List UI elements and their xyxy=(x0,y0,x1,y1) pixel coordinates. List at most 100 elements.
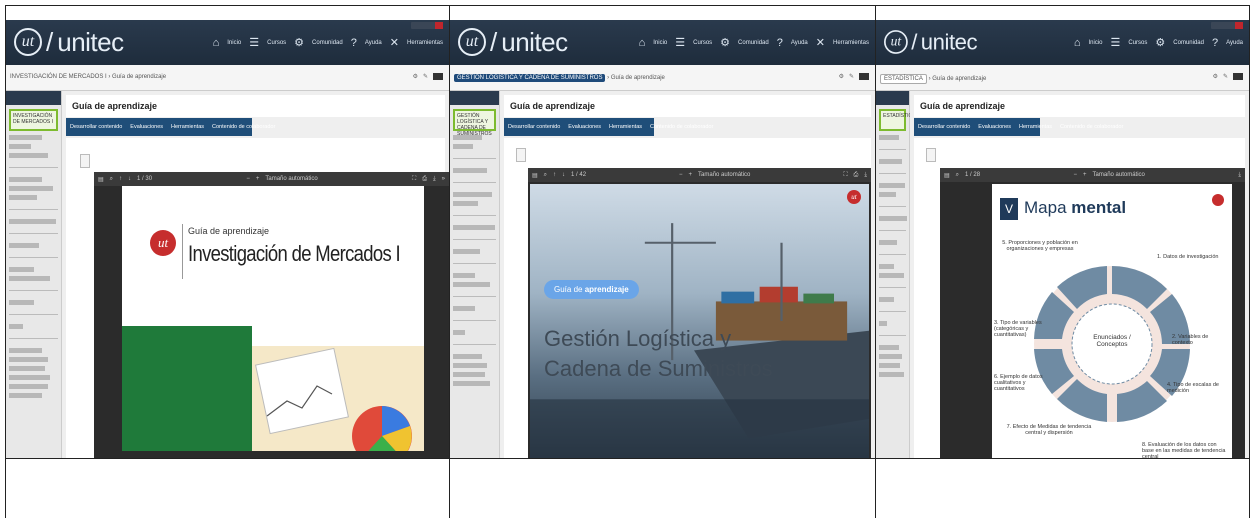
nav-ayuda[interactable]: Ayuda xyxy=(791,40,808,46)
breadcrumb-course[interactable]: INVESTIGACIÓN DE MERCADOS I xyxy=(10,74,107,80)
download-icon[interactable]: ⤓ xyxy=(864,172,867,179)
user-menu[interactable] xyxy=(1211,22,1243,29)
document-icon xyxy=(516,148,526,162)
breadcrumb-page: Guía de aprendizaje xyxy=(932,76,987,82)
unitec-logo: ut / unitec xyxy=(458,27,568,57)
courses-icon[interactable]: ☰ xyxy=(675,36,685,49)
mindmap-item: 6. Ejemplo de datos cualitativos y cuant… xyxy=(994,374,1043,392)
unitec-emblem-icon: ut xyxy=(150,230,176,256)
home-icon[interactable]: ⌂ xyxy=(1074,37,1081,49)
zoom-in-icon[interactable]: + xyxy=(689,172,693,178)
green-block xyxy=(122,326,252,451)
edit-mode-toggle[interactable] xyxy=(1233,73,1243,80)
zoom-select[interactable]: Tamaño automático xyxy=(698,172,750,178)
download-icon[interactable]: ⤓ xyxy=(433,176,436,183)
tab-colaborador[interactable]: Contenido de colaborador xyxy=(212,124,275,130)
pdf-viewer[interactable]: ▤ ⌕ ↑ ↓ 1 / 30 − + Tamaño automático ⛶ ⎙… xyxy=(94,172,449,458)
tab-desarrollar[interactable]: Desarrollar contenido xyxy=(918,124,970,130)
nav-comunidad[interactable]: Comunidad xyxy=(1173,40,1204,46)
sidebar-toggle-icon[interactable]: ▤ xyxy=(944,172,950,179)
page-indicator[interactable]: 1 / 30 xyxy=(137,176,152,182)
breadcrumb-course[interactable]: GESTIÓN LOGÍSTICA Y CADENA DE SUMINISTRO… xyxy=(454,74,606,82)
next-page-icon[interactable]: ↓ xyxy=(562,172,565,178)
home-icon[interactable]: ⌂ xyxy=(213,37,220,49)
pdf-viewer[interactable]: ▤ ⌕ 1 / 28 − + Tamaño automático ⤓ V Map… xyxy=(940,168,1245,458)
community-icon[interactable]: ⚙ xyxy=(294,36,304,49)
prev-page-icon[interactable]: ↑ xyxy=(119,176,122,182)
tools-icon[interactable]: ✕ xyxy=(390,36,399,49)
courses-icon[interactable]: ☰ xyxy=(1111,36,1121,49)
nav-inicio[interactable]: Inicio xyxy=(1089,40,1103,46)
print-icon[interactable]: ⎙ xyxy=(422,176,427,183)
sidebar-toggle-icon[interactable]: ▤ xyxy=(532,172,538,179)
tab-evaluaciones[interactable]: Evaluaciones xyxy=(978,124,1011,130)
user-menu[interactable] xyxy=(411,22,443,29)
help-icon[interactable]: ? xyxy=(1212,37,1218,49)
next-page-icon[interactable]: ↓ xyxy=(128,176,131,182)
content-tabs: Desarrollar contenido Evaluaciones Herra… xyxy=(914,118,1123,136)
tab-desarrollar[interactable]: Desarrollar contenido xyxy=(508,124,560,130)
edit-mode-icon[interactable]: ✎ xyxy=(423,73,428,80)
print-icon[interactable]: ⎙ xyxy=(854,172,859,179)
home-icon[interactable]: ⌂ xyxy=(639,37,646,49)
fullscreen-icon[interactable]: ⛶ xyxy=(843,172,847,179)
sidebar-course-title[interactable]: INVESTIGACIÓN DE MERCADOS I xyxy=(9,109,58,131)
frame-right-line xyxy=(1249,5,1250,518)
edit-mode-icon[interactable]: ✎ xyxy=(849,73,854,80)
edit-mode-toggle[interactable] xyxy=(859,73,869,80)
settings-icon[interactable]: ⚙ xyxy=(839,73,844,80)
nav-inicio[interactable]: Inicio xyxy=(653,40,667,46)
tab-colaborador[interactable]: Contenido de colaborador xyxy=(650,124,713,130)
zoom-select[interactable]: Tamaño automático xyxy=(1093,172,1145,178)
page-indicator[interactable]: 1 / 28 xyxy=(965,172,980,178)
zoom-out-icon[interactable]: − xyxy=(679,172,683,178)
sidebar-toggle-icon[interactable]: ▤ xyxy=(98,176,104,183)
search-icon[interactable]: ⌕ xyxy=(544,172,547,179)
zoom-in-icon[interactable]: + xyxy=(256,176,260,182)
breadcrumb-course[interactable]: ESTADÍSTICA xyxy=(880,74,927,84)
nav-ayuda[interactable]: Ayuda xyxy=(1226,40,1243,46)
more-icon[interactable]: » xyxy=(442,176,445,182)
top-navbar: ut / unitec ⌂ Inicio ☰ Cursos ⚙ Comunidad ? Ay… xyxy=(6,20,449,65)
course-sidebar: GESTIÓN LOGÍSTICA Y CADENA DE SUMINISTRO… xyxy=(450,91,500,458)
nav-comunidad[interactable]: Comunidad xyxy=(738,40,769,46)
nav-comunidad[interactable]: Comunidad xyxy=(312,40,343,46)
tab-desarrollar[interactable]: Desarrollar contenido xyxy=(70,124,122,130)
prev-page-icon[interactable]: ↑ xyxy=(553,172,556,178)
search-icon[interactable]: ⌕ xyxy=(110,176,113,183)
nav-cursos[interactable]: Cursos xyxy=(267,40,286,46)
download-icon[interactable]: ⤓ xyxy=(1238,172,1241,179)
tab-herramientas[interactable]: Herramientas xyxy=(609,124,642,130)
zoom-select[interactable]: Tamaño automático xyxy=(265,176,317,182)
zoom-out-icon[interactable]: − xyxy=(246,176,250,182)
zoom-out-icon[interactable]: − xyxy=(1074,172,1078,178)
nav-cursos[interactable]: Cursos xyxy=(1128,40,1147,46)
settings-icon[interactable]: ⚙ xyxy=(413,73,418,80)
nav-herramientas[interactable]: Herramientas xyxy=(407,40,443,46)
zoom-in-icon[interactable]: + xyxy=(1083,172,1087,178)
sidebar-course-title[interactable]: ESTADÍSTICA xyxy=(879,109,915,131)
edit-mode-icon[interactable]: ✎ xyxy=(1223,73,1228,80)
nav-inicio[interactable]: Inicio xyxy=(227,40,241,46)
search-icon[interactable]: ⌕ xyxy=(956,172,959,179)
courses-icon[interactable]: ☰ xyxy=(249,36,259,49)
community-icon[interactable]: ⚙ xyxy=(1155,36,1165,49)
tab-herramientas[interactable]: Herramientas xyxy=(171,124,204,130)
tab-colaborador[interactable]: Contenido de colaborador xyxy=(1060,124,1123,130)
pdf-viewer[interactable]: ▤ ⌕ ↑ ↓ 1 / 42 − + Tamaño automático ⛶ ⎙… xyxy=(528,168,871,458)
tab-evaluaciones[interactable]: Evaluaciones xyxy=(130,124,163,130)
sidebar-course-title[interactable]: GESTIÓN LOGÍSTICA Y CADENA DE SUMINISTRO… xyxy=(453,109,496,137)
nav-herramientas[interactable]: Herramientas xyxy=(833,40,869,46)
nav-ayuda[interactable]: Ayuda xyxy=(365,40,382,46)
fullscreen-icon[interactable]: ⛶ xyxy=(412,176,416,183)
nav-cursos[interactable]: Cursos xyxy=(693,40,712,46)
tab-evaluaciones[interactable]: Evaluaciones xyxy=(568,124,601,130)
page-indicator[interactable]: 1 / 42 xyxy=(571,172,586,178)
tools-icon[interactable]: ✕ xyxy=(816,36,825,49)
settings-icon[interactable]: ⚙ xyxy=(1213,73,1218,80)
community-icon[interactable]: ⚙ xyxy=(720,36,730,49)
tab-herramientas[interactable]: Herramientas xyxy=(1019,124,1052,130)
help-icon[interactable]: ? xyxy=(777,37,783,49)
edit-mode-toggle[interactable] xyxy=(433,73,443,80)
help-icon[interactable]: ? xyxy=(351,37,357,49)
